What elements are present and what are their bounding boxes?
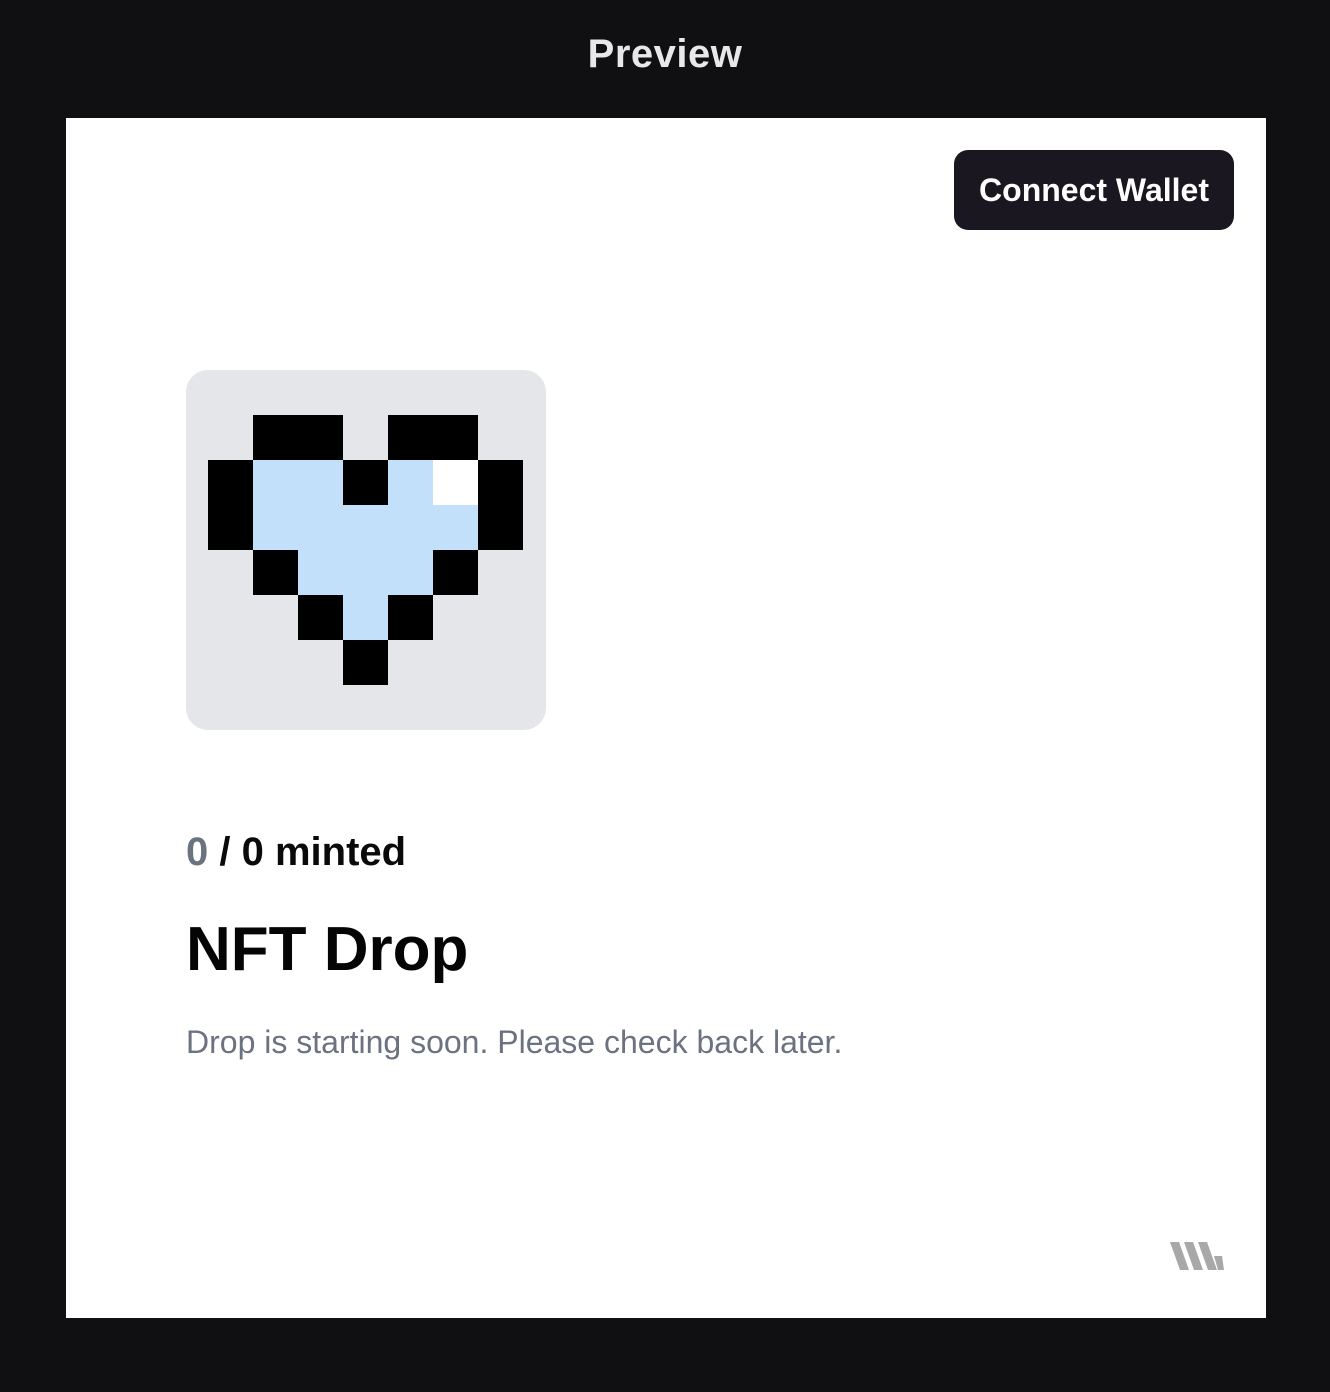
minted-counter: 0 / 0 minted xyxy=(186,830,406,875)
minted-total: / 0 minted xyxy=(208,830,407,874)
page-title: Preview xyxy=(587,31,743,76)
brand-logo-icon xyxy=(1170,1242,1224,1270)
drop-description: Drop is starting soon. Please check back… xyxy=(186,1024,843,1060)
minted-count: 0 xyxy=(186,830,209,874)
connect-wallet-button[interactable]: Connect Wallet xyxy=(954,150,1234,230)
preview-frame: Connect Wallet 0 / 0 minted NFT Drop Dro… xyxy=(66,118,1266,1318)
drop-title: NFT Drop xyxy=(186,915,469,984)
preview-header: Preview xyxy=(0,0,1330,118)
pixel-heart-icon xyxy=(208,415,523,685)
nft-image xyxy=(186,370,546,730)
